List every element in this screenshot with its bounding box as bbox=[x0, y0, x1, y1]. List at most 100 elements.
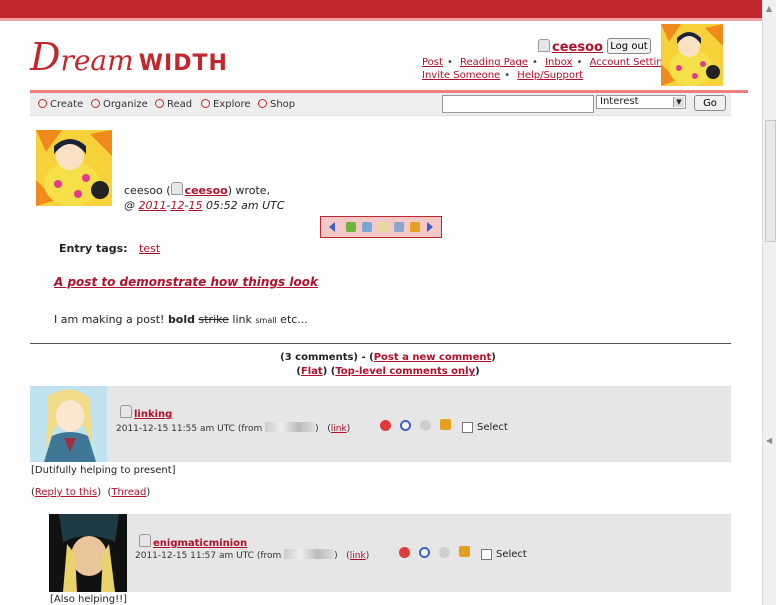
delete-icon[interactable] bbox=[380, 420, 391, 431]
comment-user-link[interactable]: linking bbox=[134, 409, 172, 420]
share-icon[interactable] bbox=[410, 222, 420, 232]
flag-icon[interactable] bbox=[394, 222, 404, 232]
scroll-right-arrow-icon[interactable]: ◀ bbox=[766, 436, 772, 445]
comment-meta: 2011-12-15 11:57 am UTC (from ) (link) bbox=[135, 549, 370, 561]
comment-1-text: [Dutifully helping to present] bbox=[31, 465, 176, 476]
logo-d: D bbox=[30, 35, 61, 79]
post-user-avatar[interactable] bbox=[36, 130, 112, 206]
nav-shop[interactable]: Shop bbox=[258, 99, 295, 110]
user-icon bbox=[170, 182, 183, 195]
delete-icon[interactable] bbox=[399, 547, 410, 558]
swirl-icon bbox=[155, 99, 164, 108]
top-level-link[interactable]: Top-level comments only bbox=[335, 366, 475, 377]
edit-tags-icon[interactable] bbox=[378, 222, 388, 232]
nav-organize[interactable]: Organize bbox=[91, 99, 148, 110]
comment-user-link[interactable]: enigmaticminion bbox=[153, 538, 247, 549]
entry-tags-label: Entry tags: bbox=[59, 242, 128, 255]
search-input[interactable] bbox=[442, 95, 594, 113]
entry-tags: Entry tags: test bbox=[59, 242, 160, 255]
nav-read[interactable]: Read bbox=[155, 99, 192, 110]
vertical-scrollbar[interactable]: ▲ ◀ bbox=[762, 0, 776, 605]
tag-link[interactable]: test bbox=[139, 242, 160, 255]
nav-create-label: Create bbox=[50, 99, 84, 110]
help-support-link[interactable]: Help/Support bbox=[517, 70, 583, 81]
comment-count: (3 comments) bbox=[280, 352, 358, 363]
comments-summary: (3 comments) - (Post a new comment) (Fla… bbox=[280, 352, 496, 377]
commenter-avatar[interactable] bbox=[49, 514, 127, 592]
user-icon bbox=[120, 405, 132, 418]
user-icon bbox=[139, 534, 151, 547]
site-logo[interactable]: Dream WIDTH bbox=[30, 38, 228, 77]
header-username[interactable]: ceesoo bbox=[538, 39, 603, 55]
memory-icon[interactable] bbox=[346, 222, 356, 232]
nav-create[interactable]: Create bbox=[38, 99, 83, 110]
entry-toolbar bbox=[320, 216, 442, 238]
body-text: I am making a post! bbox=[54, 313, 165, 326]
post-body: I am making a post! bold strike link sma… bbox=[54, 313, 308, 326]
thread-link[interactable]: Thread bbox=[111, 487, 146, 498]
freeze-icon[interactable] bbox=[419, 547, 430, 558]
comment-user[interactable]: linking bbox=[120, 405, 172, 420]
reading-page-link[interactable]: Reading Page bbox=[460, 57, 528, 68]
header-user-avatar[interactable] bbox=[661, 24, 723, 86]
logout-button[interactable]: Log out bbox=[607, 38, 651, 54]
comments-divider bbox=[30, 343, 731, 344]
year-link[interactable]: 2011 bbox=[139, 199, 167, 212]
track-comment-icon[interactable] bbox=[440, 419, 451, 430]
logo-width: WIDTH bbox=[138, 51, 228, 76]
post-byline: ceesoo (ceesoo) wrote, @ 2011-12-15 05:5… bbox=[124, 182, 285, 212]
main-nav-bar: Create Organize Read Explore Shop Intere… bbox=[30, 93, 731, 116]
header-links: Post • Reading Page • Inbox • Account Setti… bbox=[422, 57, 675, 81]
redacted-ip bbox=[284, 549, 335, 559]
nav-shop-label: Shop bbox=[270, 99, 296, 110]
comment-timestamp: 2011-12-15 11:55 am UTC bbox=[116, 424, 235, 434]
comment-link[interactable]: link bbox=[331, 424, 347, 434]
chevron-down-icon[interactable]: ▼ bbox=[673, 97, 684, 107]
flat-link[interactable]: Flat bbox=[301, 366, 323, 377]
screen-icon[interactable] bbox=[420, 420, 431, 431]
reply-link[interactable]: Reply to this bbox=[35, 487, 97, 498]
user-icon bbox=[538, 39, 550, 52]
month-link[interactable]: 12 bbox=[170, 199, 184, 212]
post-link[interactable]: Post bbox=[422, 57, 443, 68]
inbox-link[interactable]: Inbox bbox=[545, 57, 572, 68]
swirl-icon bbox=[38, 99, 47, 108]
select-label: Select bbox=[477, 422, 508, 433]
freeze-icon[interactable] bbox=[400, 420, 411, 431]
post-subject[interactable]: A post to demonstrate how things look bbox=[54, 275, 318, 289]
scrollbar-thumb[interactable] bbox=[765, 120, 776, 242]
comment-user[interactable]: enigmaticminion bbox=[139, 534, 247, 549]
previous-entry-icon[interactable] bbox=[329, 222, 335, 232]
header-username-link[interactable]: ceesoo bbox=[552, 40, 603, 55]
track-icon[interactable] bbox=[362, 222, 372, 232]
scroll-up-arrow-icon[interactable]: ▲ bbox=[766, 4, 772, 13]
commenter-avatar[interactable] bbox=[30, 386, 107, 462]
nav-explore-label: Explore bbox=[213, 99, 251, 110]
comment-meta: 2011-12-15 11:55 am UTC (from ) (link) bbox=[116, 422, 351, 434]
invite-someone-link[interactable]: Invite Someone bbox=[422, 70, 500, 81]
comment-timestamp: 2011-12-15 11:57 am UTC bbox=[135, 551, 254, 561]
comment-1: linking 2011-12-15 11:55 am UTC (from ) … bbox=[30, 386, 731, 462]
select-checkbox[interactable] bbox=[462, 422, 473, 433]
day-link[interactable]: 15 bbox=[188, 199, 202, 212]
nav-explore[interactable]: Explore bbox=[201, 99, 251, 110]
select-label: Select bbox=[496, 549, 527, 560]
comment-2: enigmaticminion 2011-12-15 11:57 am UTC … bbox=[49, 514, 731, 592]
go-button[interactable]: Go bbox=[694, 95, 726, 111]
comment-link[interactable]: link bbox=[350, 551, 366, 561]
select-checkbox[interactable] bbox=[481, 549, 492, 560]
next-entry-icon[interactable] bbox=[427, 222, 433, 232]
comment-from-label: (from bbox=[256, 551, 282, 561]
logo-ream: ream bbox=[60, 44, 134, 77]
wrote-text: wrote, bbox=[235, 184, 271, 197]
body-bold: bold bbox=[167, 313, 196, 326]
body-small: small bbox=[255, 316, 277, 325]
search-type-select[interactable]: Interest ▼ bbox=[596, 95, 686, 109]
swirl-icon bbox=[201, 99, 210, 108]
nav-organize-label: Organize bbox=[103, 99, 148, 110]
poster-user-link[interactable]: ceesoo bbox=[185, 184, 228, 197]
post-new-comment-link[interactable]: Post a new comment bbox=[374, 352, 492, 363]
track-comment-icon[interactable] bbox=[459, 546, 470, 557]
screen-icon[interactable] bbox=[439, 547, 450, 558]
nav-read-label: Read bbox=[167, 99, 193, 110]
